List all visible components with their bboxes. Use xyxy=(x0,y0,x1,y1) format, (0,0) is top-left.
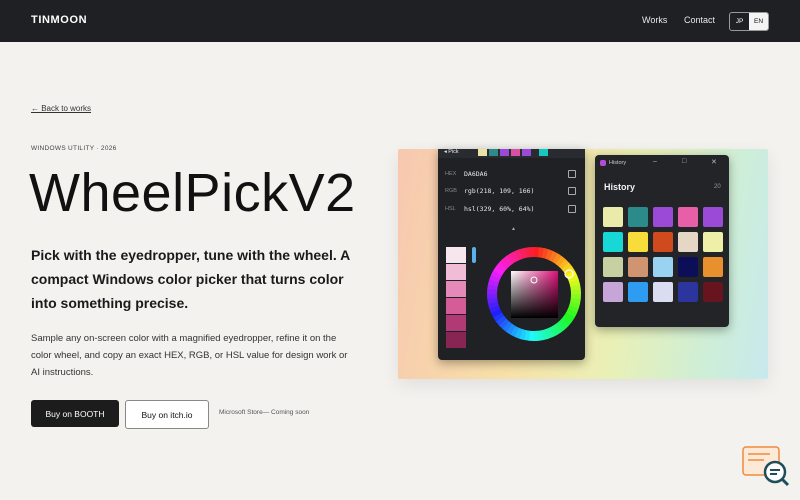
hue-segment[interactable] xyxy=(570,284,581,291)
app-icon xyxy=(600,160,606,166)
eyebrow-label: WINDOWS UTILITY · 2026 xyxy=(31,145,117,152)
history-swatch[interactable] xyxy=(653,257,673,277)
nav-link-contact[interactable]: Contact xyxy=(684,15,715,25)
hue-segment[interactable] xyxy=(509,325,520,337)
history-window-title: History xyxy=(609,160,627,166)
history-swatch[interactable] xyxy=(703,232,723,252)
history-swatch[interactable] xyxy=(678,207,698,227)
hue-segment[interactable] xyxy=(565,308,577,319)
picker-window: ◂ Pick HEX DA6DA6 RGB rgb(218, 109, 166)… xyxy=(438,149,585,360)
hue-segment[interactable] xyxy=(569,279,581,288)
hue-segment[interactable] xyxy=(541,248,550,260)
hue-segment[interactable] xyxy=(540,329,549,341)
hue-segment[interactable] xyxy=(555,255,567,267)
hue-segment[interactable] xyxy=(492,311,505,322)
buy-itch-button[interactable]: Buy on itch.io xyxy=(125,400,209,429)
search-magnifier-logo xyxy=(742,446,790,487)
close-icon[interactable]: ✕ xyxy=(711,158,717,166)
hue-segment[interactable] xyxy=(548,251,559,263)
hue-segment[interactable] xyxy=(489,304,501,314)
sv-square-black xyxy=(511,271,558,318)
back-to-works-link[interactable]: ← Back to works xyxy=(31,104,91,113)
hue-segment[interactable] xyxy=(568,301,580,310)
hue-segment[interactable] xyxy=(561,315,573,327)
hue-segment[interactable] xyxy=(551,323,562,336)
history-heading: History xyxy=(604,182,636,192)
history-swatch[interactable] xyxy=(678,232,698,252)
hue-segment[interactable] xyxy=(558,259,570,270)
hue-segment[interactable] xyxy=(491,269,503,280)
hue-segment[interactable] xyxy=(510,250,520,262)
history-swatch[interactable] xyxy=(678,257,698,277)
hue-segment[interactable] xyxy=(537,330,544,341)
color-wheel[interactable] xyxy=(438,149,585,360)
hue-segment[interactable] xyxy=(548,326,558,338)
hue-segment[interactable] xyxy=(490,308,502,318)
history-window: History – □ ✕ History 20 xyxy=(595,155,729,327)
hue-segment[interactable] xyxy=(523,330,531,341)
hue-segment[interactable] xyxy=(487,300,499,309)
history-swatch[interactable] xyxy=(703,207,723,227)
hue-segment[interactable] xyxy=(488,278,500,287)
language-switch: JP EN xyxy=(729,12,769,31)
hue-segment[interactable] xyxy=(501,321,513,333)
history-swatch[interactable] xyxy=(653,232,673,252)
hue-segment[interactable] xyxy=(518,328,527,340)
buy-booth-button[interactable]: Buy on BOOTH xyxy=(31,400,119,427)
history-swatch[interactable] xyxy=(628,257,648,277)
history-count: 20 xyxy=(714,184,721,190)
lang-en-button[interactable]: EN xyxy=(749,13,768,30)
history-swatch[interactable] xyxy=(603,257,623,277)
hue-segment[interactable] xyxy=(514,327,523,339)
hue-segment[interactable] xyxy=(567,274,579,284)
microsoft-store-note: Microsoft Store— Coming soon xyxy=(219,409,310,416)
hue-segment[interactable] xyxy=(558,318,569,330)
hue-segment[interactable] xyxy=(552,253,563,265)
history-swatch[interactable] xyxy=(703,257,723,277)
top-navbar: TINMOON Works Contact JP EN xyxy=(0,0,800,42)
history-swatch[interactable] xyxy=(603,282,623,302)
history-swatch[interactable] xyxy=(628,207,648,227)
hue-segment[interactable] xyxy=(537,247,545,258)
nav-link-works[interactable]: Works xyxy=(642,15,667,25)
hue-segment[interactable] xyxy=(498,318,510,329)
hue-segment[interactable] xyxy=(505,323,516,335)
brand-logo-text[interactable]: TINMOON xyxy=(31,14,87,26)
history-swatch[interactable] xyxy=(653,207,673,227)
hue-segment[interactable] xyxy=(493,265,505,276)
hue-segment[interactable] xyxy=(567,305,579,314)
minimize-icon[interactable]: – xyxy=(653,158,657,165)
hue-segment[interactable] xyxy=(519,247,528,259)
lang-jp-button[interactable]: JP xyxy=(730,13,749,30)
maximize-icon[interactable]: □ xyxy=(682,158,686,165)
history-swatch[interactable] xyxy=(628,232,648,252)
hue-segment[interactable] xyxy=(563,312,575,323)
hue-segment[interactable] xyxy=(570,297,581,305)
hue-segment[interactable] xyxy=(506,252,517,265)
hue-segment[interactable] xyxy=(555,321,566,333)
description-text: Sample any on-screen color with a magnif… xyxy=(31,333,348,378)
history-swatch[interactable] xyxy=(703,282,723,302)
hue-segment[interactable] xyxy=(487,283,498,291)
hue-segment[interactable] xyxy=(502,255,513,267)
hue-segment[interactable] xyxy=(499,258,510,270)
hue-segment[interactable] xyxy=(489,274,501,283)
hue-segment[interactable] xyxy=(545,249,554,261)
hue-segment[interactable] xyxy=(561,262,573,273)
lead-text: Pick with the eyedropper, tune with the … xyxy=(31,247,350,311)
hue-segment[interactable] xyxy=(487,297,498,304)
hue-segment[interactable] xyxy=(495,315,507,326)
page-title: WheelPickV2 xyxy=(29,163,356,223)
history-swatch[interactable] xyxy=(603,232,623,252)
hue-segment[interactable] xyxy=(524,247,531,258)
alpha-slider-handle[interactable] xyxy=(472,247,476,263)
history-swatch[interactable] xyxy=(603,207,623,227)
hue-segment[interactable] xyxy=(495,261,507,273)
hue-segment[interactable] xyxy=(514,249,524,261)
history-swatch[interactable] xyxy=(678,282,698,302)
history-swatch[interactable] xyxy=(628,282,648,302)
history-swatch[interactable] xyxy=(653,282,673,302)
hue-segment[interactable] xyxy=(544,327,554,339)
